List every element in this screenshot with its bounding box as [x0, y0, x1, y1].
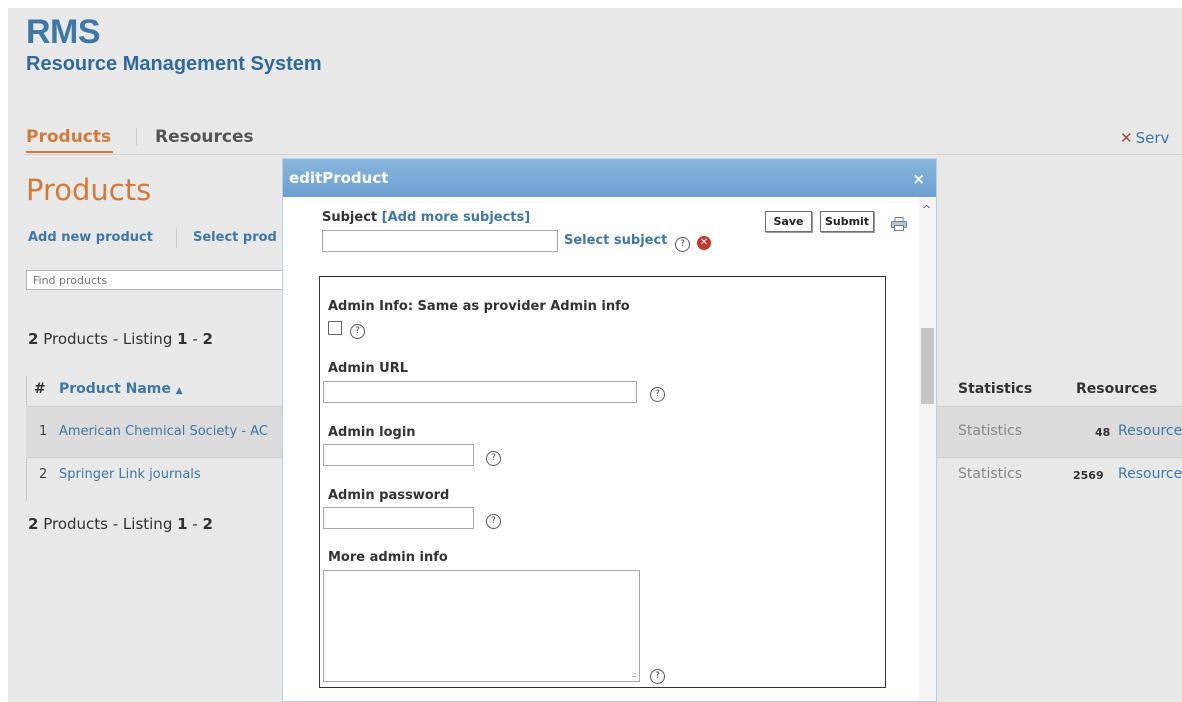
column-header-num: # — [34, 381, 46, 397]
column-header-statistics: Statistics — [958, 381, 1033, 397]
row-2-resources-link[interactable]: Resource — [1118, 466, 1182, 482]
more-admin-info-label: More admin info — [328, 550, 448, 565]
edit-product-dialog: editProduct × Subject [Add more subjects… — [282, 158, 937, 702]
row-2-product-link[interactable]: Springer Link journals — [59, 467, 201, 482]
select-subject-link[interactable]: Select subject — [564, 233, 667, 248]
subject-input[interactable] — [322, 230, 558, 252]
column-header-resources: Resources — [1076, 381, 1158, 397]
scroll-thumb[interactable] — [921, 328, 934, 404]
column-header-product-name-label: Product Name — [59, 381, 171, 397]
admin-url-input[interactable] — [323, 381, 637, 403]
select-subject-text: Select subject — [564, 233, 668, 248]
listing-to: 2 — [202, 515, 213, 533]
action-divider — [176, 228, 177, 248]
admin-password-label: Admin password — [328, 488, 450, 503]
help-icon[interactable]: ? — [675, 237, 690, 252]
listing-from: 1 — [177, 515, 188, 533]
listing-from: 1 — [177, 330, 188, 348]
find-products-input[interactable] — [26, 270, 298, 290]
row-1-resources-link[interactable]: Resource — [1118, 423, 1182, 439]
nav-separator — [24, 154, 1182, 155]
help-icon[interactable]: ? — [486, 514, 501, 529]
help-icon[interactable]: ? — [350, 324, 365, 339]
row-2-statistics-link[interactable]: Statistics — [958, 466, 1022, 482]
help-icon[interactable]: ? — [650, 387, 665, 402]
print-icon[interactable] — [891, 217, 907, 231]
page-title: Products — [26, 173, 152, 207]
resize-grip-icon[interactable]: .:: — [631, 670, 637, 679]
dialog-header[interactable]: editProduct × — [283, 159, 936, 197]
row-2-num: 2 — [39, 467, 48, 482]
dialog-title: editProduct — [289, 169, 389, 187]
tab-resources[interactable]: Resources — [155, 126, 254, 148]
more-admin-info-textarea[interactable]: .:: — [323, 570, 640, 682]
services-link[interactable]: ✕ Serv — [1120, 129, 1169, 147]
listing-to: 2 — [202, 330, 213, 348]
save-button[interactable]: Save — [765, 211, 812, 232]
select-products-link[interactable]: Select prod — [193, 230, 277, 245]
admin-url-label: Admin URL — [328, 361, 408, 376]
close-icon[interactable]: × — [912, 170, 925, 188]
subject-label: Subject [Add more subjects] — [322, 210, 530, 225]
tab-divider — [136, 128, 137, 146]
help-icon[interactable]: ? — [650, 669, 665, 684]
dialog-scrollbar[interactable]: ^ — [919, 197, 936, 701]
sort-asc-icon: ▲ — [175, 386, 183, 396]
same-as-provider-checkbox[interactable] — [328, 321, 342, 335]
row-1-statistics-link[interactable]: Statistics — [958, 423, 1022, 439]
app-subtitle: Resource Management System — [26, 53, 322, 75]
listing-summary-top: 2 Products - Listing 1 - 2 — [28, 330, 213, 348]
admin-login-input[interactable] — [323, 444, 474, 466]
app-logo: RMS — [26, 13, 101, 51]
listing-text: Products - Listing — [38, 515, 178, 533]
admin-login-label: Admin login — [328, 425, 416, 440]
listing-count: 2 — [28, 515, 39, 533]
admin-password-input[interactable] — [323, 507, 474, 529]
add-new-product-link[interactable]: Add new product — [28, 230, 153, 245]
row-2-resource-count: 2569 — [1073, 469, 1104, 482]
scroll-up-icon[interactable]: ^ — [922, 203, 931, 216]
admin-info-section: Admin Info: Same as provider Admin info … — [319, 276, 886, 688]
listing-dash: - — [187, 330, 203, 348]
listing-text: Products - Listing — [38, 330, 178, 348]
admin-info-label: Admin Info: Same as provider Admin info — [328, 299, 630, 314]
row-1-resource-count: 48 — [1095, 426, 1111, 439]
listing-count: 2 — [28, 330, 39, 348]
services-link-label: Serv — [1135, 129, 1170, 147]
listing-dash: - — [187, 515, 203, 533]
x-tool-icon: ✕ — [1120, 129, 1133, 147]
tab-products[interactable]: Products — [26, 126, 114, 153]
row-1-product-link[interactable]: American Chemical Society - AC — [59, 424, 268, 439]
column-header-product-name[interactable]: Product Name ▲ — [59, 381, 183, 397]
add-more-subjects-link[interactable]: [Add more subjects] — [382, 210, 531, 225]
subject-label-text: Subject — [322, 210, 378, 225]
row-1-num: 1 — [39, 424, 48, 439]
listing-summary-bottom: 2 Products - Listing 1 - 2 — [28, 515, 213, 533]
remove-subject-icon[interactable]: ✕ — [697, 236, 711, 250]
help-icon[interactable]: ? — [486, 451, 501, 466]
submit-button[interactable]: Submit — [820, 211, 874, 232]
